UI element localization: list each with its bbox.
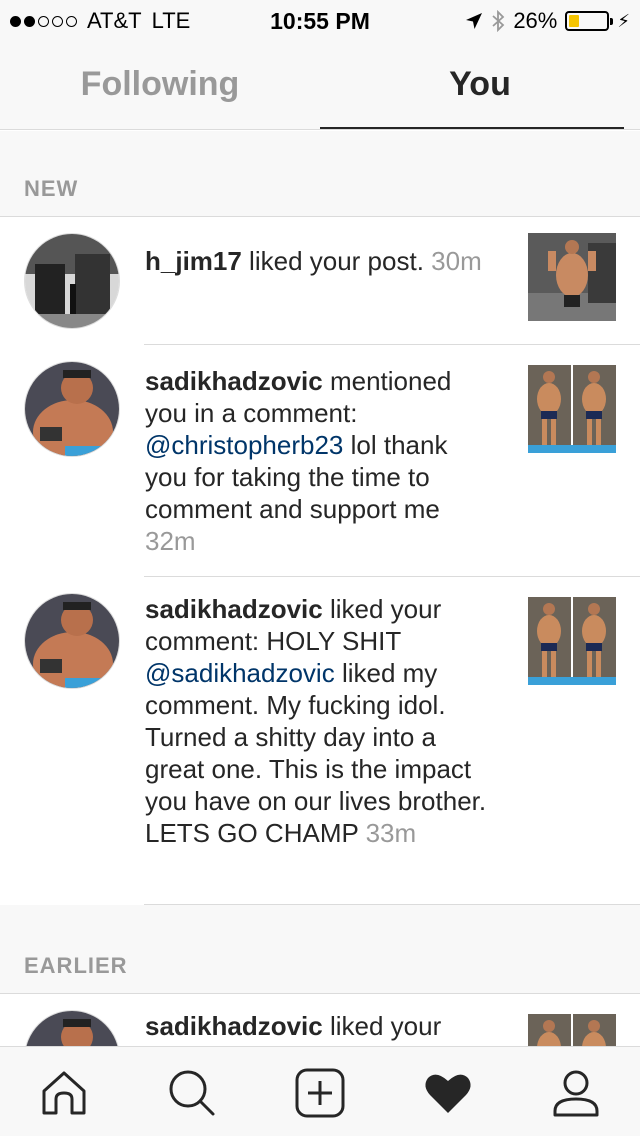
tab-you[interactable]: You <box>320 40 640 129</box>
avatar[interactable] <box>24 593 120 689</box>
timestamp: 30m <box>431 246 482 276</box>
section-header-new: NEW <box>0 131 640 217</box>
notification-message: liked your post. <box>241 246 424 276</box>
notification-item[interactable]: sadikhadzovic liked your <box>0 994 640 1046</box>
avatar[interactable] <box>24 1010 120 1046</box>
notification-item[interactable]: sadikhadzovic mentioned you in a comment… <box>0 345 640 577</box>
notification-text: sadikhadzovic liked your comment: HOLY S… <box>145 593 495 849</box>
post-thumbnail[interactable] <box>528 597 616 685</box>
avatar[interactable] <box>24 361 120 457</box>
mention-link[interactable]: @christopherb23 <box>145 430 343 460</box>
charging-icon: ⚡ <box>617 10 630 31</box>
profile-icon[interactable] <box>550 1067 602 1119</box>
bluetooth-icon <box>492 10 505 32</box>
add-post-icon[interactable] <box>294 1067 346 1119</box>
location-arrow-icon <box>466 13 483 29</box>
timestamp: 33m <box>365 818 417 848</box>
activity-tabs: Following You <box>0 40 640 130</box>
username[interactable]: sadikhadzovic <box>145 366 323 396</box>
mention-link[interactable]: @sadikhadzovic <box>145 658 335 688</box>
battery-level <box>569 15 579 27</box>
status-bar: AT&T LTE 10:55 PM 26% ⚡ <box>0 0 640 40</box>
battery-icon <box>565 11 614 31</box>
timestamp: 32m <box>145 526 196 556</box>
battery-percent: 26% <box>513 8 558 33</box>
notification-text: h_jim17 liked your post. 30m <box>145 245 495 277</box>
tab-following[interactable]: Following <box>0 40 320 129</box>
username[interactable]: sadikhadzovic <box>145 1011 323 1041</box>
username[interactable]: sadikhadzovic <box>145 594 323 624</box>
bottom-tab-bar <box>0 1046 640 1136</box>
search-icon[interactable] <box>166 1067 218 1119</box>
avatar[interactable] <box>24 233 120 329</box>
notification-text: sadikhadzovic liked your <box>145 1010 495 1042</box>
username[interactable]: h_jim17 <box>145 246 242 276</box>
notification-item[interactable]: sadikhadzovic liked your comment: HOLY S… <box>0 577 640 905</box>
post-thumbnail[interactable] <box>528 1014 616 1046</box>
notification-message: liked your <box>322 1011 442 1041</box>
home-icon[interactable] <box>38 1067 90 1119</box>
section-header-earlier: EARLIER <box>0 905 640 994</box>
activity-heart-icon[interactable] <box>422 1067 474 1119</box>
notification-item[interactable]: h_jim17 liked your post. 30m <box>0 217 640 345</box>
post-thumbnail[interactable] <box>528 233 616 321</box>
notification-text: sadikhadzovic mentioned you in a comment… <box>145 365 495 557</box>
status-right: 26% ⚡ <box>465 8 630 34</box>
post-thumbnail[interactable] <box>528 365 616 453</box>
